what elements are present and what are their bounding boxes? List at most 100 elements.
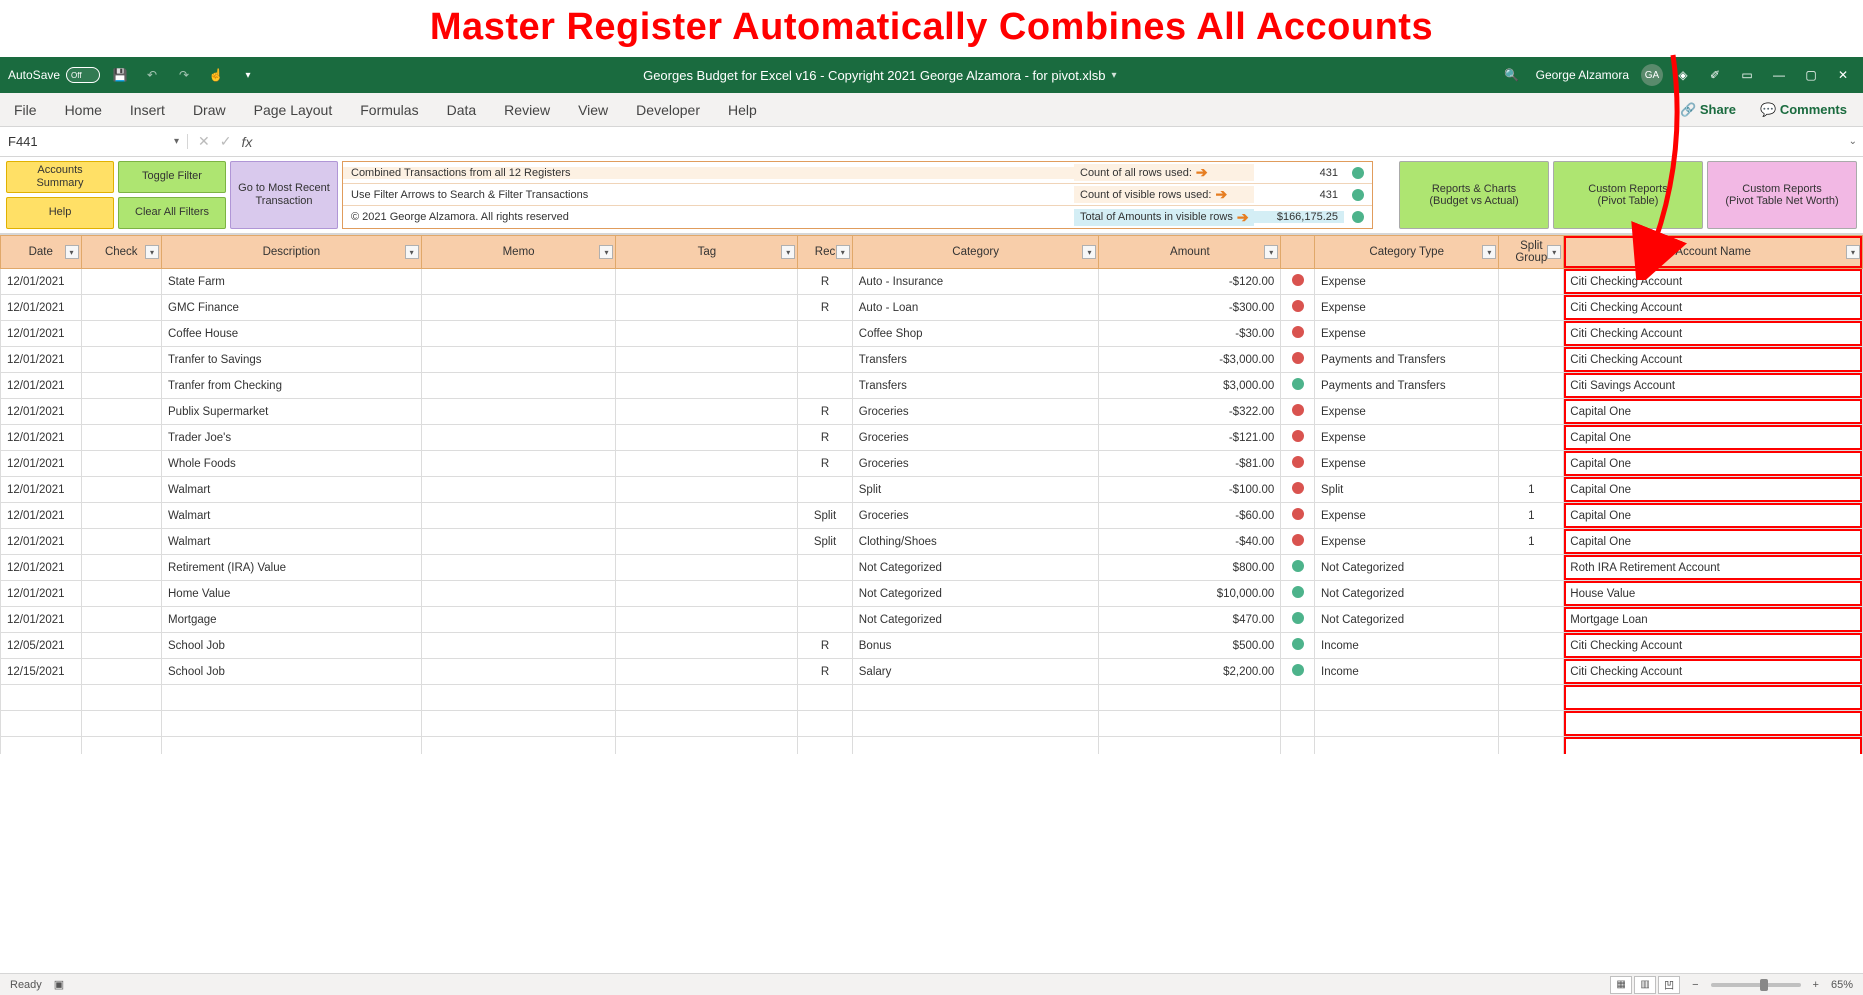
cell-category-type[interactable]: Not Categorized — [1315, 581, 1499, 607]
cell-desc[interactable]: Mortgage — [162, 607, 422, 633]
goto-recent-button[interactable]: Go to Most Recent Transaction — [230, 161, 338, 229]
table-row[interactable]: 12/01/2021GMC FinanceRAuto - Loan-$300.0… — [1, 295, 1863, 321]
cell-empty[interactable] — [1099, 685, 1281, 711]
view-page-break-icon[interactable]: 凹 — [1658, 976, 1680, 994]
cell-category[interactable]: Bonus — [852, 633, 1099, 659]
cell-category-type[interactable]: Expense — [1315, 295, 1499, 321]
cell-category[interactable]: Groceries — [852, 399, 1099, 425]
cell-memo[interactable] — [421, 477, 616, 503]
cell-empty[interactable] — [1, 711, 82, 737]
table-row[interactable]: 12/01/2021Publix SupermarketRGroceries-$… — [1, 399, 1863, 425]
cell-empty[interactable] — [162, 685, 422, 711]
cell-rec[interactable]: Split — [798, 529, 853, 555]
cell-category[interactable]: Transfers — [852, 373, 1099, 399]
cell-split[interactable] — [1499, 659, 1564, 685]
cell-account[interactable]: Capital One — [1564, 529, 1863, 555]
ribbon-tab-page-layout[interactable]: Page Layout — [250, 96, 337, 124]
cell-tag[interactable] — [616, 347, 798, 373]
cell-check[interactable] — [81, 555, 162, 581]
filter-dropdown-icon[interactable]: ▾ — [65, 245, 79, 259]
cell-rec[interactable]: R — [798, 295, 853, 321]
table-row[interactable]: 12/01/2021Home ValueNot Categorized$10,0… — [1, 581, 1863, 607]
cell-desc[interactable]: State Farm — [162, 269, 422, 295]
ribbon-tab-view[interactable]: View — [574, 96, 612, 124]
cell-empty[interactable] — [1281, 685, 1315, 711]
filter-dropdown-icon[interactable]: ▾ — [599, 245, 613, 259]
cell-category[interactable]: Not Categorized — [852, 581, 1099, 607]
cell-account[interactable]: Citi Checking Account — [1564, 321, 1863, 347]
cell-rec[interactable] — [798, 373, 853, 399]
cell-memo[interactable] — [421, 633, 616, 659]
cell-account[interactable]: Capital One — [1564, 503, 1863, 529]
cell-category[interactable]: Groceries — [852, 451, 1099, 477]
cell-check[interactable] — [81, 295, 162, 321]
cell-desc[interactable]: Walmart — [162, 503, 422, 529]
cell-memo[interactable] — [421, 347, 616, 373]
cell-rec[interactable]: R — [798, 659, 853, 685]
cell-empty[interactable] — [852, 685, 1099, 711]
cell-amount[interactable]: -$121.00 — [1099, 425, 1281, 451]
custom-reports-networth-button[interactable]: Custom Reports (Pivot Table Net Worth) — [1707, 161, 1857, 229]
cell-account[interactable]: Roth IRA Retirement Account — [1564, 555, 1863, 581]
cell-memo[interactable] — [421, 503, 616, 529]
cell-memo[interactable] — [421, 581, 616, 607]
touch-icon[interactable]: ☝ — [204, 63, 228, 87]
cell-desc[interactable]: GMC Finance — [162, 295, 422, 321]
filter-dropdown-icon[interactable]: ▾ — [1482, 245, 1496, 259]
table-row[interactable]: 12/01/2021WalmartSplitGroceries-$60.00Ex… — [1, 503, 1863, 529]
col-header[interactable]: Category▾ — [852, 236, 1099, 269]
cell-date[interactable]: 12/01/2021 — [1, 477, 82, 503]
cell-empty[interactable] — [421, 737, 616, 755]
ribbon-tab-draw[interactable]: Draw — [189, 96, 230, 124]
table-row-empty[interactable] — [1, 711, 1863, 737]
cell-account[interactable]: Mortgage Loan — [1564, 607, 1863, 633]
cell-check[interactable] — [81, 373, 162, 399]
cell-memo[interactable] — [421, 607, 616, 633]
cell-category[interactable]: Not Categorized — [852, 607, 1099, 633]
cell-empty[interactable] — [162, 737, 422, 755]
cell-account[interactable]: Citi Checking Account — [1564, 347, 1863, 373]
formula-input[interactable] — [262, 134, 1842, 149]
cell-category-type[interactable]: Payments and Transfers — [1315, 347, 1499, 373]
cell-amount[interactable]: -$3,000.00 — [1099, 347, 1281, 373]
cell-category[interactable]: Auto - Loan — [852, 295, 1099, 321]
table-row[interactable]: 12/01/2021Tranfer from CheckingTransfers… — [1, 373, 1863, 399]
table-row[interactable]: 12/01/2021State FarmRAuto - Insurance-$1… — [1, 269, 1863, 295]
cell-split[interactable]: 1 — [1499, 477, 1564, 503]
cell-desc[interactable]: Trader Joe's — [162, 425, 422, 451]
cell-amount[interactable]: -$40.00 — [1099, 529, 1281, 555]
cell-empty[interactable] — [616, 685, 798, 711]
cell-split[interactable] — [1499, 269, 1564, 295]
cell-empty[interactable] — [81, 685, 162, 711]
cell-empty[interactable] — [1099, 737, 1281, 755]
cell-account[interactable]: Capital One — [1564, 477, 1863, 503]
cell-category-type[interactable]: Payments and Transfers — [1315, 373, 1499, 399]
filter-dropdown-icon[interactable]: ▾ — [1264, 245, 1278, 259]
cell-empty[interactable] — [421, 711, 616, 737]
cell-empty[interactable] — [1315, 737, 1499, 755]
cell-date[interactable]: 12/05/2021 — [1, 633, 82, 659]
cell-check[interactable] — [81, 633, 162, 659]
formula-expand-icon[interactable]: ⌄ — [1843, 136, 1863, 147]
cell-desc[interactable]: Publix Supermarket — [162, 399, 422, 425]
cell-account[interactable]: House Value — [1564, 581, 1863, 607]
cell-date[interactable]: 12/01/2021 — [1, 425, 82, 451]
cell-split[interactable] — [1499, 451, 1564, 477]
filter-dropdown-icon[interactable]: ▾ — [1547, 245, 1561, 259]
cell-date[interactable]: 12/01/2021 — [1, 607, 82, 633]
cell-account[interactable]: Citi Checking Account — [1564, 659, 1863, 685]
cell-check[interactable] — [81, 451, 162, 477]
minimize-icon[interactable]: — — [1767, 63, 1791, 87]
cell-amount[interactable]: -$81.00 — [1099, 451, 1281, 477]
cell-category-type[interactable]: Expense — [1315, 503, 1499, 529]
cell-tag[interactable] — [616, 503, 798, 529]
macro-record-icon[interactable]: ▣ — [54, 978, 64, 991]
cell-split[interactable] — [1499, 633, 1564, 659]
cell-check[interactable] — [81, 659, 162, 685]
cell-tag[interactable] — [616, 659, 798, 685]
col-header[interactable]: Tag▾ — [616, 236, 798, 269]
cell-amount[interactable]: $470.00 — [1099, 607, 1281, 633]
cell-category-type[interactable]: Expense — [1315, 321, 1499, 347]
cell-empty[interactable] — [1315, 711, 1499, 737]
cell-memo[interactable] — [421, 269, 616, 295]
